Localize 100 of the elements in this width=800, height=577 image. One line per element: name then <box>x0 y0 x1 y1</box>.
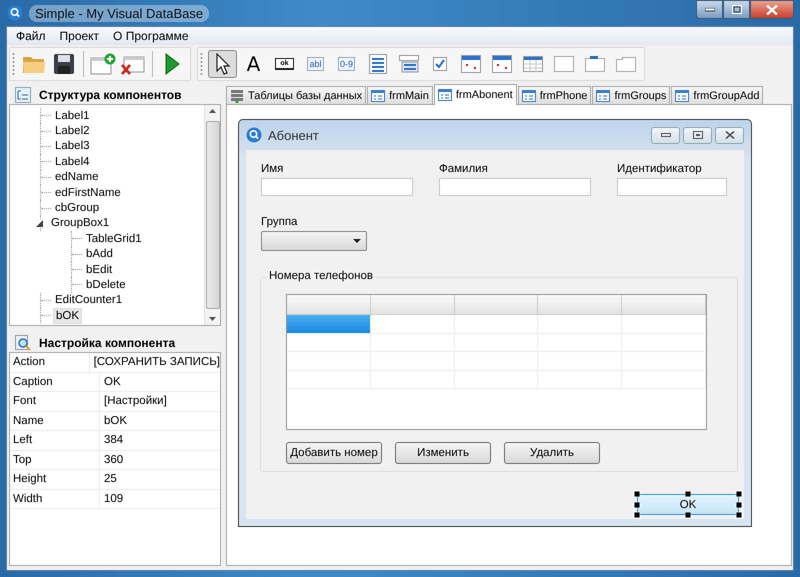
panel-title: Настройка компонента <box>39 336 176 350</box>
tree-item[interactable]: bAdd <box>84 247 115 262</box>
property-value[interactable]: 384 <box>100 431 124 450</box>
tree-item[interactable]: EditCounter1 <box>53 293 124 308</box>
maximize-button[interactable] <box>723 0 750 19</box>
table-icon <box>522 56 542 72</box>
table-cell[interactable] <box>622 315 706 334</box>
property-value[interactable]: OK <box>100 372 121 391</box>
table-cell[interactable] <box>287 334 371 352</box>
form-button[interactable]: Изменить <box>395 442 491 464</box>
form-button[interactable]: Добавить номер <box>286 442 382 464</box>
resize-handle[interactable] <box>634 502 640 507</box>
form-icon <box>522 90 536 102</box>
tree-item[interactable]: Label2 <box>53 124 92 138</box>
tool-button[interactable]: A <box>239 50 268 78</box>
menu-item[interactable]: Файл <box>9 29 53 43</box>
scroll-up-icon[interactable] <box>209 109 216 113</box>
window-title: Simple - My Visual DataBase <box>29 4 210 22</box>
table-cell[interactable] <box>287 315 371 334</box>
menu-item[interactable]: О Программе <box>106 29 196 43</box>
table-cell[interactable] <box>622 334 706 352</box>
tree-item[interactable]: bDelete <box>84 278 128 292</box>
field-label: Фамилия <box>439 163 489 175</box>
resize-handle[interactable] <box>686 492 690 496</box>
resize-handle[interactable] <box>686 512 690 518</box>
panel-icon <box>554 56 574 72</box>
tab[interactable]: Таблицы базы данных <box>226 86 366 104</box>
property-value[interactable]: 25 <box>100 470 117 488</box>
tool-button[interactable]: abl <box>301 50 330 78</box>
property-value[interactable]: [Настройки] <box>100 392 167 410</box>
property-value[interactable]: [СОХРАНИТЬ ЗАПИСЬ] <box>90 353 220 372</box>
property-name: Width <box>10 490 100 508</box>
ok-button[interactable]: OK <box>637 494 739 515</box>
menu-item[interactable]: Проект <box>52 29 106 43</box>
column-header[interactable] <box>538 295 622 315</box>
close-button[interactable] <box>750 0 794 19</box>
tree-item[interactable]: GroupBox1 <box>49 216 112 230</box>
tree-item[interactable]: Label1 <box>53 108 92 123</box>
tool-button[interactable]: 0-9 <box>332 50 361 78</box>
tree-item[interactable]: edName <box>53 170 100 184</box>
tab[interactable]: frmMain <box>367 86 433 104</box>
tree-list-icon <box>15 86 31 102</box>
tab[interactable]: frmPhone <box>518 86 592 104</box>
maximize-icon <box>732 5 742 14</box>
tree-item[interactable]: cbGroup <box>53 201 102 216</box>
input-field[interactable] <box>617 178 727 196</box>
list-icon <box>368 54 386 74</box>
resize-handle[interactable] <box>736 492 742 496</box>
table-cell[interactable] <box>454 315 538 334</box>
dropdown[interactable] <box>261 231 367 251</box>
tree-item[interactable]: bEdit <box>84 262 114 277</box>
resize-handle[interactable] <box>736 512 742 518</box>
column-header[interactable] <box>622 295 706 315</box>
tree-item[interactable]: edFirstName <box>53 186 123 200</box>
tab[interactable]: frmGroupAdd <box>671 86 764 104</box>
property-name: Font <box>10 392 100 410</box>
column-header[interactable] <box>370 295 455 315</box>
table-cell[interactable] <box>287 370 371 389</box>
tab[interactable]: frmGroups <box>592 86 670 104</box>
resize-handle[interactable] <box>634 492 640 496</box>
resize-handle[interactable] <box>736 502 742 507</box>
app-logo-icon <box>7 5 23 21</box>
form-title: Абонент <box>268 128 319 142</box>
table-cell[interactable] <box>538 315 622 334</box>
caret-icon <box>353 239 361 243</box>
tree-item[interactable]: TableGrid1 <box>84 232 144 246</box>
dropdown-icon <box>398 55 418 73</box>
table-grid[interactable] <box>286 294 707 430</box>
field-label: Имя <box>261 163 284 175</box>
table-cell[interactable] <box>622 352 706 370</box>
tool-button[interactable] <box>208 50 237 78</box>
column-header[interactable] <box>287 295 371 315</box>
input-field[interactable] <box>261 178 413 196</box>
field-label: Группа <box>261 216 298 228</box>
table-cell[interactable] <box>370 315 455 334</box>
minimize-icon <box>704 8 714 12</box>
scroll-thumb[interactable] <box>206 121 220 309</box>
column-header[interactable] <box>454 295 538 315</box>
property-name: Height <box>10 470 100 488</box>
resize-handle[interactable] <box>634 512 640 518</box>
scroll-down-icon[interactable] <box>209 317 216 321</box>
form-button[interactable]: Удалить <box>504 442 600 464</box>
tree-item[interactable]: Label3 <box>53 139 92 154</box>
cursor-icon <box>214 53 230 75</box>
property-value[interactable]: bOK <box>100 412 128 430</box>
checkbox-icon <box>432 57 446 71</box>
input-field[interactable] <box>439 178 591 196</box>
close-icon <box>766 4 778 14</box>
minimize-button[interactable] <box>696 0 723 19</box>
table-cell[interactable] <box>370 334 455 352</box>
scrollbar[interactable] <box>204 105 220 325</box>
tree-item[interactable]: bOK <box>53 308 82 324</box>
table-cell[interactable] <box>622 370 706 389</box>
property-name: Name <box>10 412 100 430</box>
property-value[interactable]: 360 <box>100 450 124 469</box>
tree-item[interactable]: Label4 <box>53 154 92 169</box>
property-value[interactable]: 109 <box>100 490 124 508</box>
tab[interactable]: frmAbonent <box>434 84 517 105</box>
table-cell[interactable] <box>287 352 371 370</box>
field-label: Идентификатор <box>617 163 703 175</box>
